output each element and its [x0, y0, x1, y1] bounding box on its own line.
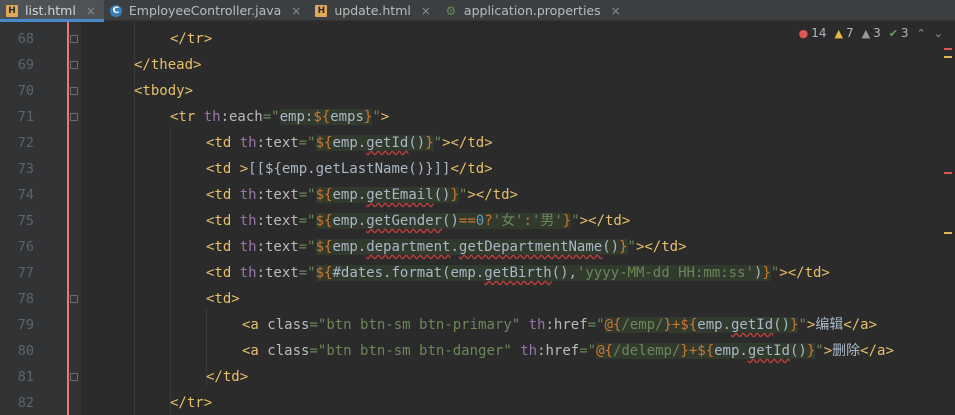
tab-list-html[interactable]: H list.html ×	[0, 0, 104, 22]
warning-marker[interactable]	[944, 232, 952, 234]
chevron-up-icon[interactable]: ⌃	[917, 27, 926, 40]
fold-marker-icon[interactable]	[70, 61, 78, 69]
error-marker[interactable]	[944, 172, 952, 174]
code-line-68: </tr>	[170, 31, 213, 47]
typos-count[interactable]: ✔ 3	[889, 26, 909, 40]
code-line-73: <td >[[${emp.getLastName()}]]</td>	[206, 161, 493, 177]
tab-label: EmployeeController.java	[128, 3, 282, 18]
html-file-icon: H	[6, 4, 18, 17]
errors-count[interactable]: ● 14	[799, 26, 827, 40]
code-line-79: <a class="btn btn-sm btn-primary" th:hre…	[242, 317, 878, 333]
tab-employee-controller[interactable]: C EmployeeController.java ×	[104, 0, 309, 21]
error-marker[interactable]	[944, 48, 952, 50]
line-number: 76	[17, 239, 34, 255]
close-icon[interactable]: ×	[611, 4, 621, 18]
properties-file-icon: ⚙	[445, 3, 457, 18]
weak-warning-icon: ▲	[861, 26, 871, 40]
line-number: 75	[17, 213, 34, 229]
line-number: 77	[17, 265, 34, 281]
code-line-78: <td>	[206, 291, 240, 307]
weak-warnings-count[interactable]: ▲ 3	[862, 26, 881, 40]
code-line-77: <td th:text="${#dates.format(emp.getBirt…	[206, 265, 830, 281]
change-marker	[67, 22, 69, 415]
fold-marker-icon[interactable]	[70, 295, 78, 303]
code-editor[interactable]: </tr> </thead> <tbody> <tr th:each="emp:…	[81, 22, 941, 415]
tab-label: application.properties	[463, 3, 601, 18]
line-number: 70	[17, 83, 34, 99]
code-line-81: </td>	[206, 369, 249, 385]
code-line-75: <td th:text="${emp.getGender()==0?'女':'男…	[206, 213, 631, 229]
warning-marker[interactable]	[944, 56, 952, 58]
line-number: 68	[17, 31, 34, 47]
code-line-69: </thead>	[134, 57, 202, 73]
line-number-gutter[interactable]: 68 69 70 71 72 73 74 75 76 77 78 79 80 8…	[0, 22, 66, 415]
tab-label: list.html	[25, 3, 76, 18]
code-line-71: <tr th:each="emp:${emps}">	[170, 109, 390, 125]
fold-marker-icon[interactable]	[70, 373, 78, 381]
error-stripe[interactable]	[941, 22, 955, 415]
indent-guide	[170, 126, 171, 415]
editor-tab-bar: H list.html × C EmployeeController.java …	[0, 0, 955, 22]
code-line-76: <td th:text="${emp.department.getDepartm…	[206, 239, 687, 255]
line-number: 69	[17, 57, 34, 73]
tab-update-html[interactable]: H update.html ×	[309, 0, 439, 21]
error-icon: ●	[798, 26, 809, 40]
code-line-70: <tbody>	[134, 83, 194, 99]
java-class-icon: C	[109, 4, 122, 17]
warning-icon: ▲	[834, 26, 843, 40]
line-number: 71	[17, 109, 34, 125]
code-line-72: <td th:text="${emp.getId()}"></td>	[206, 135, 493, 151]
line-number: 82	[17, 395, 34, 411]
line-number: 78	[17, 291, 34, 307]
line-number: 80	[17, 343, 34, 359]
line-number: 72	[17, 135, 34, 151]
inspections-widget[interactable]: ● 14 ▲ 7 ▲ 3 ✔ 3 ⌃ ⌄	[799, 26, 943, 40]
tab-label: update.html	[334, 3, 411, 18]
tab-application-properties[interactable]: ⚙ application.properties ×	[439, 0, 629, 21]
fold-marker-icon[interactable]	[70, 35, 78, 43]
line-number: 74	[17, 187, 34, 203]
close-icon[interactable]: ×	[421, 4, 431, 18]
line-number: 79	[17, 317, 34, 333]
line-number: 81	[17, 369, 34, 385]
fold-marker-icon[interactable]	[70, 87, 78, 95]
close-icon[interactable]: ×	[86, 4, 96, 18]
line-number: 73	[17, 161, 34, 177]
code-line-74: <td th:text="${emp.getEmail()}"></td>	[206, 187, 518, 203]
fold-marker-icon[interactable]	[70, 113, 78, 121]
close-icon[interactable]: ×	[291, 4, 301, 18]
html-file-icon: H	[315, 4, 328, 17]
code-line-80: <a class="btn btn-sm btn-danger" th:href…	[242, 343, 894, 359]
warnings-count[interactable]: ▲ 7	[834, 26, 853, 40]
code-line-82: </tr>	[170, 395, 213, 411]
typo-check-icon: ✔	[888, 26, 898, 40]
